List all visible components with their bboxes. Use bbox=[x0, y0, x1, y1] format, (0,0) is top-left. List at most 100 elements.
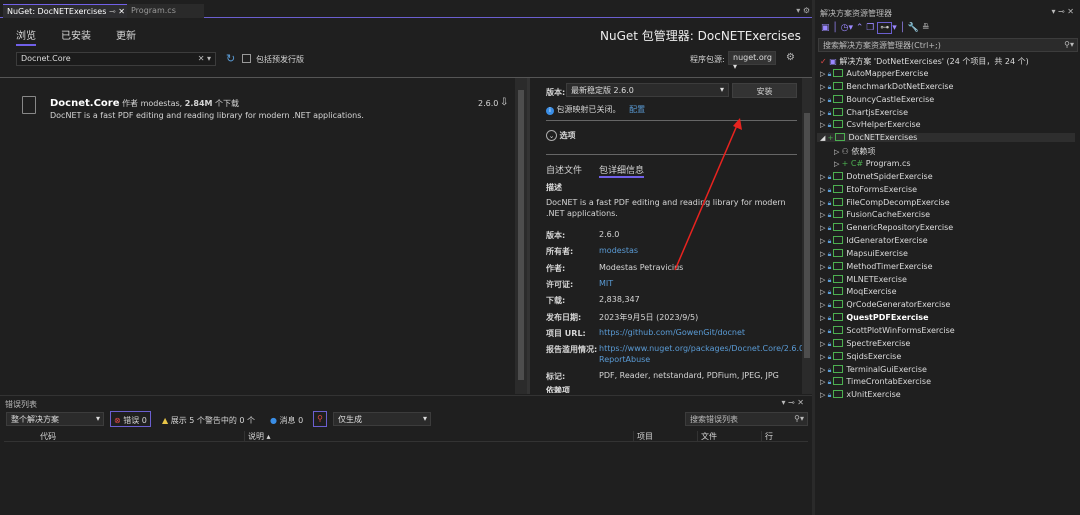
pin-icon[interactable]: ⊸ bbox=[109, 7, 116, 16]
tree-item[interactable]: ▷ 🔒︎ ChartjsExercise bbox=[820, 107, 908, 118]
tree-item[interactable]: ◢ + DocNETExercises bbox=[817, 133, 1075, 143]
expand-icon[interactable]: ▷ 🔒︎ bbox=[820, 250, 831, 258]
expand-icon[interactable]: ▷ 🔒︎ bbox=[820, 70, 831, 78]
splitter[interactable] bbox=[527, 78, 530, 394]
tree-item[interactable]: ▷ 🔒︎ SqidsExercise bbox=[820, 351, 901, 362]
tree-item[interactable]: ▷ 🔒︎ MethodTimerExercise bbox=[820, 261, 933, 272]
expand-icon[interactable]: ▷ 🔒︎ bbox=[820, 391, 831, 399]
tab-overflow-icon[interactable]: ▾ ⚙ bbox=[796, 6, 810, 15]
expand-icon[interactable]: ▷ 🔒︎ bbox=[820, 314, 831, 322]
expand-icon[interactable]: ▷ 🔒︎ bbox=[820, 366, 831, 374]
expand-icon[interactable]: ▷ 🔒︎ bbox=[820, 237, 831, 245]
tree-item[interactable]: ▷ 🔒︎ QrCodeGeneratorExercise bbox=[820, 300, 950, 310]
prerelease-checkbox[interactable] bbox=[242, 54, 251, 63]
project-icon bbox=[833, 248, 844, 257]
tree-item[interactable]: ▷ 🔒︎ MLNETExercise bbox=[820, 274, 907, 285]
expand-icon[interactable]: ▷ 🔒︎ bbox=[820, 340, 831, 348]
field-value-cont[interactable]: ReportAbuse bbox=[599, 355, 650, 364]
tree-item[interactable]: ▷ 🔒︎ BouncyCastleExercise bbox=[820, 94, 934, 105]
warnings-filter-button[interactable]: ▲ 展示 5 个警告中的 0 个 bbox=[162, 415, 255, 426]
expand-icon[interactable]: ▷ 🔒︎ bbox=[820, 121, 831, 129]
install-button[interactable]: 安装 bbox=[732, 83, 797, 98]
expand-icon[interactable]: ▷ 🔒︎ bbox=[820, 288, 831, 296]
filter-icon[interactable]: ⚲ bbox=[313, 411, 327, 427]
tab-installed[interactable]: 已安装 bbox=[61, 27, 91, 42]
tree-item[interactable]: ▷ 🔒︎ FileCompDecompExercise bbox=[820, 197, 950, 208]
field-value[interactable]: https://github.com/GowenGit/docnet bbox=[599, 328, 745, 337]
tree-item[interactable]: ▷ 🔒︎ xUnitExercise bbox=[820, 390, 901, 400]
tree-item[interactable]: ▷ 🔒︎ FusionCacheExercise bbox=[820, 210, 930, 220]
tree-item[interactable]: ▷ 🔒︎ MapsuiExercise bbox=[820, 248, 908, 259]
tree-item[interactable]: ▷ 🔒︎ DotnetSpiderExercise bbox=[820, 171, 933, 182]
solution-search-input[interactable]: 搜索解决方案资源管理器(Ctrl+;) ⚲▾ bbox=[818, 38, 1078, 52]
expand-icon[interactable]: ▷ bbox=[820, 160, 842, 168]
expand-icon[interactable]: ▷ 🔒︎ bbox=[820, 263, 831, 271]
expand-icon[interactable]: ▷ 🔒︎ bbox=[820, 301, 831, 309]
configure-link[interactable]: 配置 bbox=[629, 105, 645, 114]
clear-icon[interactable]: ✕ ▾ bbox=[198, 54, 211, 63]
tree-item[interactable]: ▷ ⚇ 依赖项 bbox=[820, 146, 875, 157]
list-scrollbar[interactable] bbox=[515, 78, 527, 394]
tree-item[interactable]: ▷ 🔒︎ AutoMapperExercise bbox=[820, 69, 928, 79]
error-search-input[interactable]: 搜索错误列表 ⚲▾ bbox=[685, 412, 808, 426]
field-value[interactable]: MIT bbox=[599, 279, 613, 288]
tab-program-cs[interactable]: Program.cs bbox=[127, 4, 204, 18]
column-line[interactable]: 行 bbox=[761, 431, 773, 442]
version-select[interactable]: 最新稳定版 2.6.0 ▾ bbox=[566, 83, 729, 97]
messages-filter-button[interactable]: ● 消息 0 bbox=[270, 415, 303, 426]
tree-item[interactable]: ▷ 🔒︎ BenchmarkDotNetExercise bbox=[820, 81, 953, 92]
tab-readme[interactable]: 自述文件 bbox=[546, 163, 582, 176]
panel-controls-icon[interactable]: ▾ ⊸ ✕ bbox=[1051, 7, 1074, 16]
column-file[interactable]: 文件 bbox=[697, 431, 717, 442]
tree-item[interactable]: ▷ 🔒︎ SpectreExercise bbox=[820, 338, 910, 349]
close-icon[interactable]: ✕ bbox=[118, 7, 125, 16]
field-value[interactable]: modestas bbox=[599, 246, 638, 255]
errors-filter-button[interactable]: ⊗ 错误 0 bbox=[110, 411, 151, 427]
column-code[interactable]: 代码 bbox=[40, 431, 56, 442]
tree-item[interactable]: ▷ 🔒︎ CsvHelperExercise bbox=[820, 120, 921, 130]
column-project[interactable]: 项目 bbox=[633, 431, 653, 442]
tree-item[interactable]: ▷ 🔒︎ ScottPlotWinFormsExercise bbox=[820, 326, 955, 336]
tree-item[interactable]: ▷ 🔒︎ GenericRepositoryExercise bbox=[820, 223, 953, 233]
tree-item[interactable]: ▷ + C# Program.cs bbox=[820, 159, 911, 168]
expand-icon[interactable]: ▷ 🔒︎ bbox=[820, 199, 831, 207]
scope-select[interactable]: 整个解决方案 ▾ bbox=[6, 412, 104, 426]
expand-icon[interactable]: ▷ 🔒︎ bbox=[820, 83, 831, 91]
panel-controls-icon[interactable]: ▾ ⊸ ✕ bbox=[781, 398, 804, 407]
expand-icon[interactable]: ▷ 🔒︎ bbox=[820, 173, 831, 181]
toolbar-icons[interactable]: ▣ │ ◷▾ ⌃ ❐ ⊶ ▾ │ 🔧 ≞ bbox=[821, 22, 930, 34]
tab-updates[interactable]: 更新 bbox=[116, 27, 136, 42]
details-scrollbar[interactable] bbox=[802, 78, 812, 394]
options-expander[interactable]: ⌄ 选项 bbox=[546, 130, 576, 141]
tree-item[interactable]: ▷ 🔒︎ IdGeneratorExercise bbox=[820, 236, 928, 246]
tree-item[interactable]: ▷ 🔒︎ TimeCrontabExercise bbox=[820, 377, 931, 387]
tree-item[interactable]: ▷ 🔒︎ QuestPDFExercise bbox=[820, 313, 929, 323]
source-select[interactable]: nuget.org ▾ bbox=[728, 51, 776, 71]
expand-icon[interactable]: ▷ 🔒︎ bbox=[820, 327, 831, 335]
expand-icon[interactable]: ▷ 🔒︎ bbox=[820, 276, 831, 284]
refresh-icon[interactable]: ↻ bbox=[226, 52, 235, 65]
expand-icon[interactable]: ▷ 🔒︎ bbox=[820, 353, 831, 361]
expand-icon[interactable]: ▷ 🔒︎ bbox=[820, 378, 831, 386]
expand-icon[interactable]: ▷ 🔒︎ bbox=[820, 109, 831, 117]
build-filter-select[interactable]: 仅生成 ▾ bbox=[333, 412, 431, 426]
tree-item[interactable]: ▷ 🔒︎ MoqExercise bbox=[820, 287, 897, 297]
tab-browse[interactable]: 浏览 bbox=[16, 27, 36, 46]
tree-item[interactable]: ▷ 🔒︎ TerminalGuiExercise bbox=[820, 364, 927, 375]
solution-root[interactable]: ✓ ▣ 解决方案 'DotNetExercises' (24 个项目，共 24 … bbox=[820, 56, 1029, 67]
expand-icon[interactable]: ▷ bbox=[820, 148, 842, 156]
expand-icon[interactable]: ▷ 🔒︎ bbox=[820, 224, 831, 232]
tab-nuget[interactable]: NuGet: DocNETExercises ⊸ ✕ bbox=[3, 4, 127, 18]
settings-gear-icon[interactable]: ⚙ bbox=[786, 52, 795, 63]
column-description[interactable]: 说明 ▴ bbox=[244, 431, 271, 442]
download-icon[interactable]: ⇩ bbox=[500, 97, 508, 108]
expand-icon[interactable]: ◢ + bbox=[820, 134, 833, 142]
expand-icon[interactable]: ▷ 🔒︎ bbox=[820, 186, 831, 194]
tree-item[interactable]: ▷ 🔒︎ EtoFormsExercise bbox=[820, 184, 917, 195]
package-list-item[interactable]: Docnet.Core 作者 modestas, 2.84M 个下载 DocNE… bbox=[0, 90, 515, 125]
tab-package-details[interactable]: 包详细信息 bbox=[599, 163, 645, 178]
field-value[interactable]: https://www.nuget.org/packages/Docnet.Co… bbox=[599, 344, 807, 353]
search-input[interactable]: Docnet.Core ✕ ▾ bbox=[16, 52, 216, 66]
expand-icon[interactable]: ▷ 🔒︎ bbox=[820, 211, 831, 219]
expand-icon[interactable]: ▷ 🔒︎ bbox=[820, 96, 831, 104]
